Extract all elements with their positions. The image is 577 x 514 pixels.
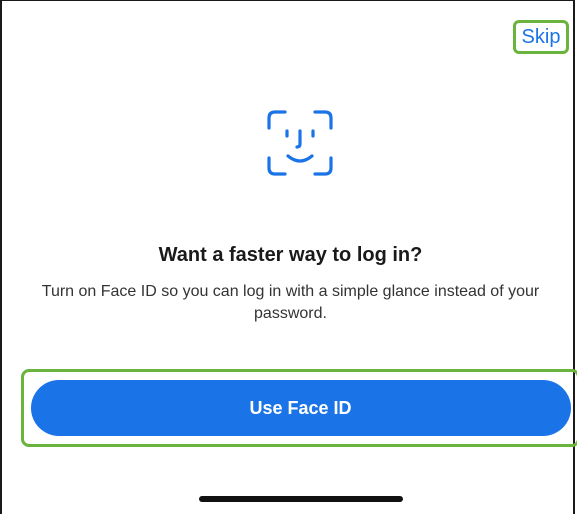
description-text: Turn on Face ID so you can log in with a… (41, 283, 540, 322)
skip-highlight: Skip (513, 20, 569, 54)
skip-button[interactable]: Skip (522, 27, 561, 47)
use-face-id-button[interactable]: Use Face ID (30, 380, 571, 436)
screen: Skip Want a faster way to log in? Turn o… (0, 0, 577, 514)
home-indicator (199, 496, 403, 502)
use-face-id-highlight: Use Face ID (21, 369, 577, 447)
face-id-icon (263, 106, 337, 180)
page-title: Want a faster way to log in? (158, 244, 423, 266)
